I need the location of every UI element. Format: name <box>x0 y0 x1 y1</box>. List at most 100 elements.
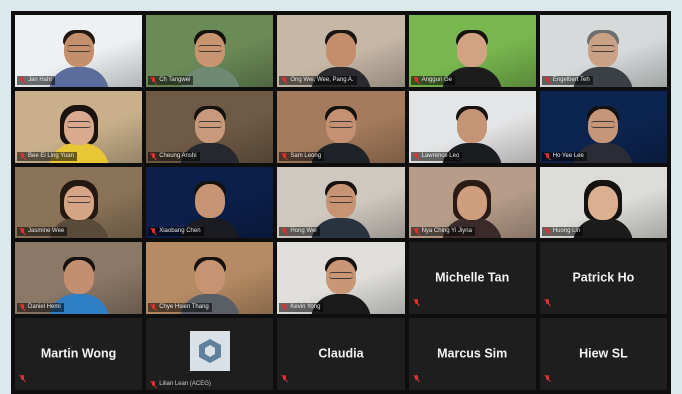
participant-name-tag: Daniel Hemi <box>17 303 64 313</box>
participant-name: Anggun Ge <box>421 76 452 83</box>
participant-video-tile[interactable]: Cheung Anshi <box>146 90 274 163</box>
participant-video-tile[interactable]: Chye Hsien Thang <box>146 242 274 315</box>
mic-muted-icon <box>413 76 420 84</box>
mic-muted-icon <box>281 304 288 311</box>
participant-name-tag: Hong Wei <box>279 227 320 237</box>
avatar <box>189 331 230 372</box>
participant-name-tile[interactable]: Hiew SL <box>539 318 667 390</box>
participant-name-tag: Chye Hsien Thang <box>148 303 212 313</box>
participant-name-tag: Ch Tangwei <box>148 75 194 85</box>
participant-name-tag: Nya Ching Yi Jiyna <box>410 227 475 237</box>
mute-status <box>544 293 551 311</box>
participant-video-tile[interactable]: Lawrence Leo <box>408 90 536 163</box>
gallery-view-grid: Jan Hahl Ch Tangwei Ong Wei, Wee, Pang A. A… <box>11 11 671 394</box>
participant-video-tile[interactable]: Bee Ei Ling Yuan <box>15 90 143 163</box>
participant-name-tag: Jasmine Wee <box>17 227 68 237</box>
participant-name: Bee Ei Ling Yuan <box>28 152 74 159</box>
participant-display-name: Martin Wong <box>40 346 117 361</box>
participant-video-tile[interactable]: Ch Tangwei <box>146 15 274 87</box>
participant-name: Jasmine Wee <box>28 228 65 235</box>
participant-name-tile[interactable]: Claudia <box>277 318 405 390</box>
mic-muted-icon <box>544 299 551 306</box>
participant-name: Kevin Yong <box>290 304 321 311</box>
mic-muted-icon <box>544 228 551 235</box>
participant-video-tile[interactable]: Nya Ching Yi Jiyna <box>408 166 536 239</box>
mute-status <box>413 293 420 311</box>
participant-name-tag: Cheung Anshi <box>148 151 200 161</box>
participant-display-name: Patrick Ho <box>572 270 635 285</box>
participant-name-tile[interactable]: Martin Wong <box>15 318 143 390</box>
mic-muted-icon <box>19 76 26 84</box>
participant-name-tag: Sam Leong <box>279 151 325 161</box>
participant-name-tile[interactable]: Patrick Ho <box>539 242 667 315</box>
participant-name-tile[interactable]: Marcus Sim <box>408 318 536 390</box>
mute-status <box>413 369 420 387</box>
mic-muted-icon <box>281 228 288 235</box>
participant-name-tag: Xiaobang Chen <box>148 227 204 237</box>
hexagon-logo-icon <box>198 339 221 364</box>
mic-muted-icon <box>150 304 157 311</box>
participant-video-tile[interactable]: Kevin Yong <box>277 242 405 315</box>
mic-muted-icon <box>150 152 157 160</box>
participant-avatar-tile[interactable]: Lilian Lean (ACEG) <box>146 318 274 390</box>
participant-name-tag: Ong Wei, Wee, Pang A. <box>279 75 357 85</box>
mic-muted-icon <box>281 76 288 84</box>
participant-name: Sam Leong <box>290 152 322 159</box>
participant-name: Lawrence Leo <box>421 152 460 159</box>
participant-name-tag: Lawrence Leo <box>410 151 463 161</box>
mic-muted-icon <box>544 76 551 84</box>
participant-display-name: Michelle Tan <box>435 270 510 285</box>
mic-muted-icon <box>281 374 288 382</box>
participant-name-tag: Bee Ei Ling Yuan <box>17 151 77 161</box>
participant-name: Jan Hahl <box>28 76 52 83</box>
mic-muted-icon <box>413 228 420 235</box>
participant-name-tag: Lilian Lean (ACEG) <box>150 380 211 388</box>
participant-name-tag: Ho Yee Lee <box>541 151 587 161</box>
participant-video-tile[interactable]: Xiaobang Chen <box>146 166 274 239</box>
participant-video-tile[interactable]: Jan Hahl <box>15 15 143 87</box>
participant-name: Lilian Lean (ACEG) <box>159 381 211 388</box>
participant-display-name: Marcus Sim <box>437 346 508 361</box>
mic-muted-icon <box>413 152 420 160</box>
participant-video-tile[interactable]: Ong Wei, Wee, Pang A. <box>277 15 405 87</box>
screenshot-frame: Jan Hahl Ch Tangwei Ong Wei, Wee, Pang A. A… <box>0 0 682 394</box>
participant-name: Huong Lin <box>552 228 581 235</box>
participant-name: Nya Ching Yi Jiyna <box>421 228 472 235</box>
participant-name: Ong Wei, Wee, Pang A. <box>290 76 354 83</box>
participant-name: Daniel Hemi <box>28 304 61 311</box>
participant-video-tile[interactable]: Anggun Ge <box>408 15 536 87</box>
mic-muted-icon <box>19 374 26 382</box>
participant-video-tile[interactable]: Engelbert Teh <box>539 15 667 87</box>
mute-status <box>281 369 288 387</box>
mic-muted-icon <box>413 374 420 382</box>
mic-muted-icon <box>19 228 26 235</box>
participant-name-tag: Anggun Ge <box>410 75 455 85</box>
participant-video-tile[interactable]: Daniel Hemi <box>15 242 143 315</box>
mute-status <box>19 369 26 387</box>
participant-name-tile[interactable]: Michelle Tan <box>408 242 536 315</box>
participant-name: Hong Wei <box>290 228 317 235</box>
participant-name-tag: Huong Lin <box>541 227 584 237</box>
participant-video-tile[interactable]: Huong Lin <box>539 166 667 239</box>
mic-muted-icon <box>281 152 288 160</box>
participant-name: Ch Tangwei <box>159 76 191 83</box>
participant-name: Xiaobang Chen <box>159 228 201 235</box>
mic-muted-icon <box>19 152 26 160</box>
mic-muted-icon <box>150 228 157 235</box>
participant-name-tag: Jan Hahl <box>17 75 55 85</box>
mic-muted-icon <box>544 152 551 160</box>
participant-name: Cheung Anshi <box>159 152 197 159</box>
participant-video-feed <box>573 178 634 239</box>
participant-video-tile[interactable]: Sam Leong <box>277 90 405 163</box>
mic-muted-icon <box>150 76 157 84</box>
mic-muted-icon <box>413 299 420 306</box>
participant-video-tile[interactable]: Ho Yee Lee <box>539 90 667 163</box>
mute-status <box>544 369 551 387</box>
participant-name: Ho Yee Lee <box>552 152 584 159</box>
participant-video-tile[interactable]: Jasmine Wee <box>15 166 143 239</box>
participant-video-tile[interactable]: Hong Wei <box>277 166 405 239</box>
participant-video-feed <box>310 178 371 239</box>
participant-name-tag: Engelbert Teh <box>541 75 593 85</box>
mic-muted-icon <box>544 374 551 382</box>
participant-display-name: Claudia <box>318 346 364 361</box>
